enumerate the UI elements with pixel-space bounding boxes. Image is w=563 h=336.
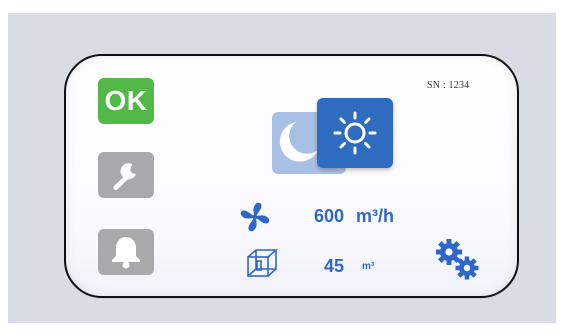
fan-icon: [240, 202, 270, 232]
serial-number: SN : 1234: [427, 80, 470, 91]
status-ok-button[interactable]: OK: [98, 78, 154, 124]
gears-icon[interactable]: [434, 237, 484, 283]
maintenance-button[interactable]: [98, 152, 154, 198]
volume-unit: m³: [362, 261, 375, 272]
airflow-value: 600: [313, 206, 344, 226]
day-mode-button[interactable]: [317, 98, 393, 168]
alarm-button[interactable]: [98, 229, 154, 275]
volume-value: 45: [323, 256, 344, 276]
cube-icon: [247, 249, 279, 277]
sun-icon: [333, 111, 377, 155]
status-label: OK: [104, 85, 148, 116]
wrench-icon: [113, 163, 138, 190]
bell-icon: [112, 237, 140, 269]
airflow-unit: m³/h: [356, 206, 394, 226]
